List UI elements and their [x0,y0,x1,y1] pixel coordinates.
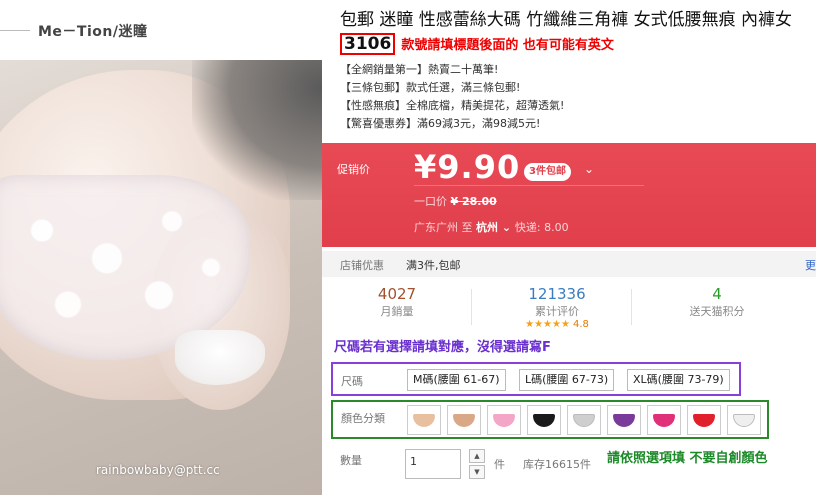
promo-price-label: 促销价 [337,163,370,176]
photo-shadow [192,60,322,200]
underwear-icon [653,414,675,427]
stat-points: 4 送天猫积分 [642,283,792,319]
stat-number: 4027 [377,285,417,303]
color-label: 顏色分類 [341,412,385,425]
stat-divider [471,289,472,325]
color-swatch[interactable] [567,405,601,435]
size-label: 尺碼 [341,375,363,388]
promo-price: ¥9.90 [414,148,521,186]
promo-line: 【三條包郵】款式任選，滿三條包郵! [340,81,521,94]
stat-monthly-sales: 4027 月銷量 [322,283,472,325]
underwear-icon [613,414,635,427]
original-price-label: 一口价 [414,195,447,208]
product-photo: Me－Tion/迷瞳 rainbowbaby@ptt.cc [0,0,322,495]
size-hint: 尺碼若有選擇請填對應，沒得選請寫F [334,340,551,355]
stat-label: 月銷量 [380,305,414,318]
price-panel: 促销价 ¥9.90 3件包邮 ⌄ 一口价 ¥ 28.00 广东广州 至 杭州 ⌄… [322,143,816,247]
brand-divider [0,30,30,31]
underwear-icon [413,414,435,427]
quantity-row: 數量 1 ▲ ▼ 件 库存16615件 請依照選項填 不要自創顏色 [322,447,816,487]
underwear-icon [573,414,595,427]
color-swatch[interactable] [687,405,721,435]
price-divider [414,185,644,186]
brand-name: Me－Tion/迷瞳 [38,24,148,40]
quantity-input[interactable]: 1 [405,449,461,479]
color-swatch[interactable] [527,405,561,435]
size-option-l[interactable]: L碼(腰圍 67-73) [519,369,615,391]
star-icons: ★★★★★ [525,319,570,330]
promo-line: 【驚喜優惠券】滿69減3元，滿98減5元! [340,117,541,130]
rating-stars: ★★★★★ 4.8 [482,319,632,330]
ship-destination[interactable]: 杭州 [476,221,498,234]
brand-bar: Me－Tion/迷瞳 [0,0,322,60]
color-swatch[interactable] [727,405,761,435]
color-swatch[interactable] [447,405,481,435]
stock-count: 库存16615件 [523,458,591,471]
shop-discount-row: 店铺优惠 满3件,包邮 更 [322,251,816,277]
stat-number: 121336 [528,285,586,303]
chevron-down-icon[interactable]: ⌄ [584,162,594,176]
rating-score: 4.8 [572,319,589,330]
chevron-down-icon[interactable]: ⌄ [498,221,515,234]
underwear-icon [693,414,715,427]
promo-list: 【全網銷量第一】熱賣二十萬筆! 【三條包郵】款式任選，滿三條包郵! 【性感無痕】… [340,61,564,133]
stat-label: 累计评价 [535,305,579,318]
size-selector: 尺碼 M碼(腰圍 61-67) L碼(腰圍 67-73) XL碼(腰圍 73-7… [331,362,741,396]
photo-watermark: rainbowbaby@ptt.cc [96,463,220,477]
shop-discount-more-link[interactable]: 更 [805,257,816,273]
original-price: 一口价 ¥ 28.00 [414,193,497,209]
shipping-info: 广东广州 至 杭州 ⌄ 快递: 8.00 [414,219,569,235]
quantity-label: 數量 [340,454,362,467]
stat-number: 4 [712,285,722,303]
color-swatch[interactable] [607,405,641,435]
product-title: 包郵 迷瞳 性感蕾絲大碼 竹纖維三角褲 女式低腰無痕 內褲女 3106 款號請填標題… [340,8,816,58]
color-swatch[interactable] [647,405,681,435]
original-price-amount: ¥ 28.00 [450,195,497,208]
promo-line: 【性感無痕】全棉底檔，精美提花，超薄透氣! [340,99,565,112]
stat-divider [631,289,632,325]
shop-discount-value: 满3件,包邮 [406,259,461,272]
quantity-increase-button[interactable]: ▲ [469,449,485,463]
promo-line: 【全網銷量第一】熱賣二十萬筆! [340,63,499,76]
free-shipping-badge[interactable]: 3件包邮 [524,163,571,181]
code-note: 款號請填標題後面的 也有可能有英文 [401,38,614,53]
underwear-icon [453,414,475,427]
color-swatch[interactable] [407,405,441,435]
quantity-unit: 件 [494,458,505,471]
size-option-m[interactable]: M碼(腰圍 61-67) [407,369,506,391]
express-fee: 快递: 8.00 [514,221,569,234]
underwear-icon [533,414,555,427]
stats-row: 4027 月銷量 121336 累计评价 ★★★★★ 4.8 4 送天猫积分 [322,283,816,341]
product-code: 3106 [340,33,396,55]
size-option-xl[interactable]: XL碼(腰圍 73-79) [627,369,730,391]
shop-discount-label: 店铺优惠 [340,259,384,272]
color-swatch[interactable] [487,405,521,435]
ship-origin: 广东广州 [414,221,458,234]
stat-reviews[interactable]: 121336 累计评价 ★★★★★ 4.8 [482,283,632,330]
product-info: 包郵 迷瞳 性感蕾絲大碼 竹纖維三角褲 女式低腰無痕 內褲女 3106 款號請填標題… [322,0,816,495]
ship-to: 至 [461,221,473,234]
underwear-icon [493,414,515,427]
color-selector: 顏色分類 [331,400,769,439]
quantity-decrease-button[interactable]: ▼ [469,465,485,479]
underwear-icon [733,414,755,427]
stat-label: 送天猫积分 [689,305,745,318]
color-hint: 請依照選項填 不要自創顏色 [607,451,768,466]
product-title-text: 包郵 迷瞳 性感蕾絲大碼 竹纖維三角褲 女式低腰無痕 內褲女 [340,10,793,30]
